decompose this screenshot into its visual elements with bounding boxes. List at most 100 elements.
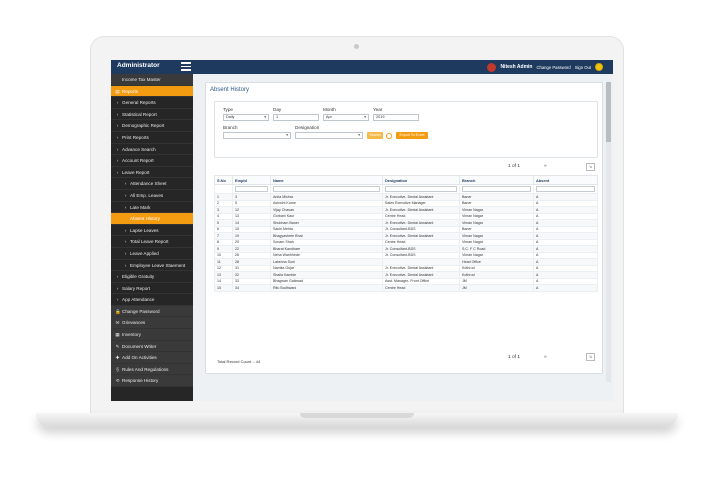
scroll-thumb[interactable] <box>606 82 611 142</box>
branch-select[interactable]: ▾ <box>223 132 291 139</box>
column-header[interactable]: S.No <box>214 175 233 185</box>
sidebar-item-icon: ✚ <box>115 355 120 361</box>
export-icon-bottom[interactable]: ⇲ <box>586 353 595 361</box>
sidebar-item-icon: › <box>116 123 119 129</box>
sidebar-item-label: Document Writer <box>122 343 157 349</box>
sidebar-item[interactable]: › Lapse Leaves <box>111 225 193 237</box>
sidebar-item[interactable]: Income Tax Master <box>111 74 193 86</box>
filter-cell-empty <box>214 184 233 194</box>
sidebar-item[interactable]: › Attendance Sheet <box>111 178 193 190</box>
table-cell: Ritu Budhwani <box>270 284 383 292</box>
filter-name[interactable] <box>270 184 383 194</box>
table-cell: Centre Head <box>382 284 460 292</box>
sidebar-item[interactable]: ✉ Grievances <box>111 317 193 330</box>
next-page-icon[interactable]: » <box>544 164 547 169</box>
sidebar-item[interactable]: ✎ Document Writer <box>111 340 193 353</box>
sidebar-item[interactable]: › Leave Applied <box>111 248 193 260</box>
sidebar-item[interactable]: › Late Mark <box>111 202 193 214</box>
next-page-icon[interactable]: » <box>544 355 547 360</box>
sidebar-item-label: Salary Report <box>122 285 151 291</box>
sidebar-item-icon: › <box>124 250 127 256</box>
sidebar-item[interactable]: ▦ Inventory <box>111 329 193 341</box>
laptop-notch <box>300 413 414 418</box>
sidebar-item[interactable]: › Eligible Gratuity <box>111 271 193 283</box>
app-screen: Administrator Nitesh Admin Change Passwo… <box>111 60 613 401</box>
export-icon-top[interactable]: ⇲ <box>586 163 595 171</box>
sidebar-item[interactable]: › Account Report <box>111 155 193 167</box>
sidebar-item[interactable]: Absent History <box>111 213 193 225</box>
filter-absent[interactable] <box>533 184 598 194</box>
sidebar-item-icon: ✎ <box>115 343 120 349</box>
laptop-mockup: Administrator Nitesh Admin Change Passwo… <box>0 0 714 486</box>
sidebar-item-icon: › <box>124 239 127 245</box>
chevron-down-icon: ▾ <box>364 115 366 119</box>
column-header[interactable]: Empld <box>232 175 271 185</box>
sidebar-item[interactable]: › Employee Leave Staement <box>111 260 193 272</box>
sidebar-item-label: Advance Search <box>122 146 156 152</box>
sidebar-item-label: Demographic Report <box>122 123 165 129</box>
table-filter-row <box>214 184 598 194</box>
sidebar-item[interactable]: ▤ Reports <box>111 85 193 98</box>
table-cell: 34 <box>232 284 271 292</box>
export-excel-button[interactable]: Export To Excel <box>396 132 428 139</box>
page-scrollbar[interactable] <box>606 82 611 382</box>
filter-box: Type Daily ▾ Day 1 Month Apr ▾ Year 2019 B… <box>214 101 598 158</box>
column-header[interactable]: Designation <box>382 175 460 185</box>
filter-designation[interactable] <box>382 184 460 194</box>
sidebar-item-label: Absent History <box>130 216 160 222</box>
user-box: Nitesh Admin Change Password Sign Out <box>487 62 603 72</box>
user-avatar <box>487 62 497 72</box>
designation-label: Designation <box>295 125 320 130</box>
sidebar-item-icon: 🔒 <box>115 308 121 314</box>
sidebar-item[interactable]: 🔒Change Password <box>111 305 193 318</box>
sidebar-item-label: Income Tax Master <box>122 77 161 82</box>
sidebar-item[interactable]: › App Attendance <box>111 294 193 306</box>
filter-emplid[interactable] <box>232 184 271 194</box>
excel-icon[interactable] <box>386 133 392 139</box>
designation-select[interactable]: ▾ <box>295 132 363 139</box>
sidebar-item-icon: › <box>116 297 119 303</box>
table-cell: 15 <box>214 284 233 292</box>
chevron-down-icon: ▾ <box>358 133 360 137</box>
sidebar-item-icon: › <box>124 181 127 187</box>
user-name: Nitesh Admin <box>500 64 533 70</box>
sidebar-item[interactable]: ✚ Add On Activities <box>111 352 193 364</box>
month-label: Month <box>323 107 336 112</box>
sidebar-item-label: Inventory <box>122 332 141 338</box>
sign-out-link[interactable]: Sign Out <box>575 65 591 70</box>
chevron-down-icon: ▾ <box>264 115 266 119</box>
column-header[interactable]: Branch <box>459 175 534 185</box>
day-value: 1 <box>276 115 279 119</box>
sidebar-item[interactable]: › Demographic Report <box>111 120 193 132</box>
sidebar-item[interactable]: › Leave Report <box>111 167 193 179</box>
sidebar-item-icon: › <box>124 227 127 233</box>
sidebar-item[interactable]: › Salary Report <box>111 283 193 295</box>
search-button[interactable]: Search <box>367 132 383 139</box>
sidebar-item[interactable]: › Statistical Report <box>111 109 193 121</box>
sidebar-item-icon: › <box>116 158 119 164</box>
sidebar-item[interactable]: › All Emp. Leaves <box>111 190 193 202</box>
sidebar-item[interactable]: › Print Reports <box>111 132 193 144</box>
sidebar-item-label: Eligible Gratuity <box>122 274 155 280</box>
column-header[interactable]: Absent <box>533 175 598 185</box>
sidebar-item-icon: › <box>116 285 119 291</box>
sidebar-item[interactable]: › Advance Search <box>111 144 193 156</box>
sidebar-item[interactable]: ⟲ Response History <box>111 375 193 388</box>
sidebar-item-label: Add On Activities <box>122 355 157 361</box>
filter-branch[interactable] <box>459 184 534 194</box>
column-header[interactable]: Name <box>270 175 383 185</box>
sidebar-item-icon: › <box>124 262 127 268</box>
day-input[interactable]: 1 <box>273 114 319 121</box>
type-select[interactable]: Daily ▾ <box>223 114 269 121</box>
menu-toggle-icon[interactable] <box>181 62 191 72</box>
type-value: Daily <box>226 115 235 119</box>
sidebar-item[interactable]: § Rules And Regulations <box>111 363 193 376</box>
year-input[interactable]: 2019 <box>373 114 419 121</box>
change-password-link[interactable]: Change Password <box>536 65 570 70</box>
month-select[interactable]: Apr ▾ <box>323 114 369 121</box>
sidebar-item-label: Leave Applied <box>130 250 159 256</box>
sidebar-item-icon: › <box>116 169 119 175</box>
sidebar-item[interactable]: › Total Leave Report <box>111 236 193 248</box>
sidebar-item[interactable]: › General Reports <box>111 97 193 109</box>
type-label: Type <box>223 107 233 112</box>
